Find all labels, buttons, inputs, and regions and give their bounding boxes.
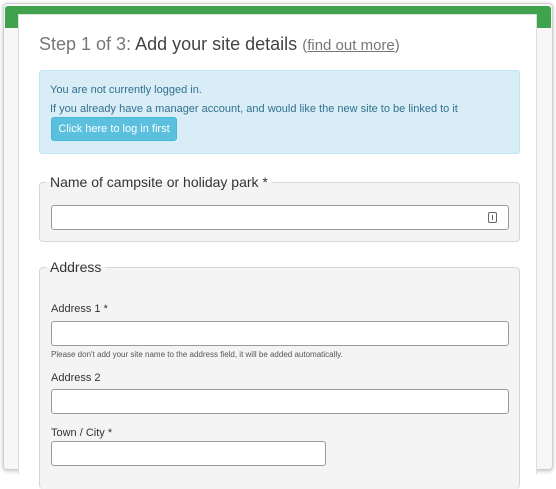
paren-close: ) [394, 37, 400, 54]
address-legend: Address [50, 259, 102, 275]
not-logged-in-text: You are not currently logged in. [50, 84, 202, 96]
site-name-fieldset: Name of campsite or holiday park * [39, 174, 520, 242]
autofill-key-icon[interactable] [488, 212, 497, 223]
address1-input[interactable] [51, 321, 509, 346]
site-name-legend: Name of campsite or holiday park * [50, 174, 268, 190]
manager-account-text: If you already have a manager account, a… [50, 103, 458, 115]
login-button[interactable]: Click here to log in first [51, 117, 177, 141]
address2-label: Address 2 [51, 372, 101, 384]
site-name-input[interactable] [51, 205, 509, 230]
address1-label: Address 1 * [51, 303, 108, 315]
login-alert: You are not currently logged in. If you … [39, 70, 520, 154]
address-fieldset: Address Address 1 * Please don't add you… [39, 259, 520, 489]
step-indicator: Step 1 of 3: [39, 34, 132, 54]
form-panel: Step 1 of 3: Add your site details (find… [18, 14, 537, 489]
page-heading: Add your site details [135, 34, 298, 54]
town-input[interactable] [51, 441, 326, 466]
find-out-more-wrapper: (find out more) [302, 37, 400, 54]
page-title: Step 1 of 3: Add your site details (find… [39, 34, 400, 55]
town-label: Town / City * [51, 427, 113, 439]
address2-input[interactable] [51, 389, 509, 414]
address1-help-text: Please don't add your site name to the a… [51, 350, 343, 359]
find-out-more-link[interactable]: find out more [307, 37, 395, 54]
